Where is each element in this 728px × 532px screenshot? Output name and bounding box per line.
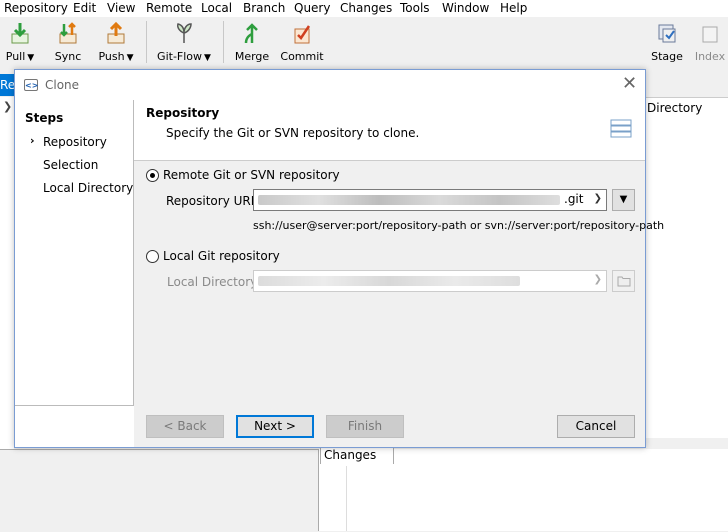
dialog-content: Repository Specify the Git or SVN reposi… (134, 100, 664, 447)
remote-repository-radio[interactable] (146, 169, 159, 182)
toolbar: Pull ▼ Sync Push ▼ Git-Flow ▼ Merge Comm… (0, 17, 728, 69)
steps-header: Steps (25, 111, 64, 125)
push-button[interactable]: Push ▼ (96, 21, 136, 67)
section-description: Specify the Git or SVN repository to clo… (166, 126, 420, 140)
commit-icon (294, 25, 311, 44)
merge-label: Merge (234, 50, 270, 63)
dialog-title: Clone (45, 78, 80, 92)
local-directory-label: Local Directory: (167, 275, 261, 289)
gitflow-button[interactable]: Git-Flow ▼ (154, 21, 214, 67)
menu-remote[interactable]: Remote (146, 0, 192, 16)
pull-icon (11, 23, 29, 44)
background-right-panel (645, 97, 728, 438)
merge-icon (244, 23, 258, 44)
expand-chevron-icon[interactable]: ❯ (3, 100, 12, 113)
menu-edit[interactable]: Edit (73, 0, 96, 16)
folder-icon (617, 276, 630, 287)
repository-url-label: Repository URL: (166, 194, 262, 208)
gitflow-icon (177, 23, 192, 43)
local-repository-radio[interactable] (146, 250, 159, 263)
repository-url-input[interactable]: .git ❯ (253, 189, 607, 211)
sync-button[interactable]: Sync (50, 21, 86, 67)
toolbar-separator (223, 21, 224, 63)
clone-dialog: <> Clone ✕ Steps › Repository Selection … (14, 69, 664, 448)
repository-url-suffix: .git (564, 192, 584, 206)
pull-label: Pull (5, 50, 26, 63)
chevron-down-icon[interactable]: ❯ (594, 274, 602, 285)
push-label: Push (98, 50, 125, 63)
background-repo-tab[interactable]: Re (0, 74, 14, 96)
index-icon (702, 26, 718, 43)
commit-label: Commit (280, 50, 324, 63)
remote-repository-label: Remote Git or SVN repository (163, 168, 340, 182)
blurred-url-text (258, 195, 560, 205)
blurred-path-text (258, 276, 520, 286)
background-column-header: Directory (647, 101, 703, 115)
repository-type-dropdown-button[interactable]: ▼ (612, 189, 635, 211)
toolbar-separator (146, 21, 147, 63)
menu-bar: Repository Edit View Remote Local Branch… (0, 0, 728, 17)
cancel-button[interactable]: Cancel (557, 415, 635, 438)
local-repository-label: Local Git repository (163, 249, 280, 263)
menu-branch[interactable]: Branch (243, 0, 285, 16)
dialog-title-bar: <> Clone ✕ (15, 70, 645, 100)
step-selection: Selection (43, 158, 99, 172)
changes-list (346, 466, 728, 531)
step-repository: Repository (43, 135, 107, 149)
menu-view[interactable]: View (107, 0, 135, 16)
menu-window[interactable]: Window (442, 0, 489, 16)
menu-help[interactable]: Help (500, 0, 527, 16)
push-icon (107, 21, 125, 44)
close-icon[interactable]: ✕ (622, 74, 637, 94)
merge-button[interactable]: Merge (234, 21, 270, 67)
sync-label: Sync (54, 50, 82, 63)
background-lower-left-pane (0, 449, 318, 532)
menu-repository[interactable]: Repository (4, 0, 68, 16)
next-button[interactable]: Next > (236, 415, 314, 438)
url-format-hint: ssh://user@server:port/repository-path o… (253, 219, 665, 232)
sync-icon (59, 22, 77, 44)
chevron-down-icon[interactable]: ❯ (594, 193, 602, 204)
menu-changes[interactable]: Changes (340, 0, 392, 16)
background-repo-tab-label: Re (0, 78, 14, 92)
gitflow-label: Git-Flow (157, 50, 203, 63)
browse-folder-button[interactable] (612, 270, 635, 292)
commit-button[interactable]: Commit (280, 21, 324, 67)
finish-button[interactable]: Finish (326, 415, 404, 438)
index-label: Index (694, 50, 726, 63)
menu-tools[interactable]: Tools (400, 0, 430, 16)
stage-icon (658, 24, 676, 43)
step-local-directory: Local Directory (43, 181, 134, 195)
section-header: Repository Specify the Git or SVN reposi… (134, 100, 645, 161)
section-title: Repository (146, 106, 220, 120)
repository-list-icon (610, 119, 632, 138)
dropdown-arrow-icon: ▼ (619, 194, 628, 205)
index-button[interactable]: Index (692, 21, 728, 67)
steps-panel: Steps › Repository Selection Local Direc… (15, 100, 134, 406)
back-button[interactable]: < Back (146, 415, 224, 438)
current-step-arrow-icon: › (30, 134, 35, 147)
stage-label: Stage (651, 50, 683, 63)
stage-button[interactable]: Stage (648, 21, 686, 67)
menu-query[interactable]: Query (294, 0, 330, 16)
menu-local[interactable]: Local (201, 0, 232, 16)
local-directory-input[interactable]: ❯ (253, 270, 607, 292)
app-logo-icon: <> (24, 79, 39, 91)
pull-button[interactable]: Pull ▼ (2, 21, 38, 67)
